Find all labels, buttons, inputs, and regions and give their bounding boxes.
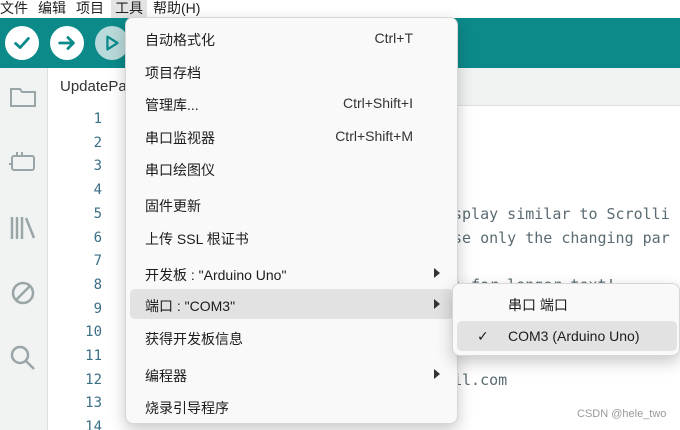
chevron-right-icon [434, 369, 440, 379]
menu-item-label: 固件更新 [145, 198, 201, 214]
upload-button[interactable] [50, 26, 84, 60]
chevron-right-icon [434, 268, 440, 278]
port-option-com3[interactable]: ✓ COM3 (Arduino Uno) [457, 321, 677, 351]
line-number: 4 [93, 182, 102, 199]
menu-edit[interactable]: 编辑 [38, 0, 73, 18]
debug-button[interactable] [95, 26, 129, 60]
menu-item-shortcut: Ctrl+Shift+M [335, 128, 413, 144]
line-number: 8 [93, 276, 102, 293]
debug-disabled-icon[interactable] [6, 276, 40, 310]
line-number: 1 [93, 111, 102, 127]
menu-item-serial-plotter[interactable]: 串口绘图仪 [130, 153, 454, 183]
menu-item-auto-format[interactable]: 自动格式化 Ctrl+T [130, 23, 454, 53]
menu-item-label: 项目存档 [145, 65, 201, 81]
port-submenu: 串口 端口 ✓ COM3 (Arduino Uno) [452, 283, 680, 356]
menu-item-label: 串口监视器 [145, 130, 215, 146]
port-option-serial[interactable]: 串口 端口 [457, 288, 677, 318]
tools-menu: 自动格式化 Ctrl+T 项目存档 管理库... Ctrl+Shift+I 串口… [125, 17, 458, 424]
code-line: se only the changing par [453, 228, 670, 247]
menu-tools[interactable]: 工具 [111, 0, 147, 18]
menu-item-upload-ssl-certificates[interactable]: 上传 SSL 根证书 [130, 222, 454, 252]
menu-item-shortcut: Ctrl+T [374, 30, 414, 46]
line-number: 14 [85, 419, 102, 430]
code-line: splay similar to Scrolli [453, 204, 670, 223]
menu-item-shortcut: Ctrl+Shift+I [342, 95, 413, 111]
port-option-label: 串口 端口 [508, 297, 568, 313]
line-number: 3 [93, 158, 102, 175]
line-number: 10 [85, 324, 102, 341]
line-number: 9 [93, 300, 102, 317]
line-number: 5 [93, 205, 102, 222]
menu-item-firmware-updater[interactable]: 固件更新 [130, 189, 454, 219]
chevron-right-icon [434, 299, 440, 309]
menu-item-label: 端口 : "COM3" [145, 298, 236, 314]
menubar: 文件 编辑 项目 工具 帮助(H) [0, 0, 680, 18]
menu-item-serial-monitor[interactable]: 串口监视器 Ctrl+Shift+M [130, 121, 454, 151]
menu-item-archive-sketch[interactable]: 项目存档 [130, 56, 454, 86]
menu-item-programmer[interactable]: 编程器 [130, 359, 454, 389]
line-number: 2 [93, 134, 102, 151]
line-number: 13 [85, 395, 102, 412]
line-number: 12 [85, 371, 102, 388]
menu-item-board[interactable]: 开发板 : "Arduino Uno" [130, 258, 454, 288]
watermark: CSDN @hele_two [577, 408, 667, 420]
library-icon[interactable] [6, 211, 40, 245]
menu-item-label: 烧录引导程序 [145, 400, 229, 416]
check-icon: ✓ [477, 328, 489, 344]
menu-item-label: 串口绘图仪 [145, 162, 215, 178]
menu-item-manage-libraries[interactable]: 管理库... Ctrl+Shift+I [130, 88, 454, 118]
search-icon[interactable] [6, 341, 40, 375]
board-icon[interactable] [6, 145, 40, 179]
menu-item-burn-bootloader[interactable]: 烧录引导程序 [130, 391, 454, 421]
menu-item-port[interactable]: 端口 : "COM3" [130, 289, 454, 319]
port-option-label: COM3 (Arduino Uno) [508, 328, 640, 344]
menu-item-label: 开发板 : "Arduino Uno" [145, 267, 287, 283]
menu-item-label: 上传 SSL 根证书 [145, 231, 249, 247]
line-number: 7 [93, 253, 102, 270]
code-line: il.com [453, 370, 508, 389]
menu-item-label: 管理库... [145, 97, 199, 113]
menu-item-get-board-info[interactable]: 获得开发板信息 [130, 322, 454, 352]
verify-button[interactable] [5, 26, 39, 60]
line-number: 6 [93, 229, 102, 246]
sidebar [0, 68, 48, 430]
menu-sketch[interactable]: 项目 [76, 0, 111, 18]
menu-file[interactable]: 文件 [0, 0, 35, 18]
menu-help[interactable]: 帮助(H) [153, 0, 207, 18]
line-number: 11 [85, 348, 102, 364]
check-icon [14, 37, 30, 49]
menu-item-label: 自动格式化 [145, 32, 215, 48]
debug-icon [106, 35, 119, 51]
folder-icon[interactable] [6, 80, 40, 114]
menu-item-label: 编程器 [145, 368, 187, 384]
menu-item-label: 获得开发板信息 [145, 331, 243, 347]
arrow-right-icon [58, 36, 75, 50]
